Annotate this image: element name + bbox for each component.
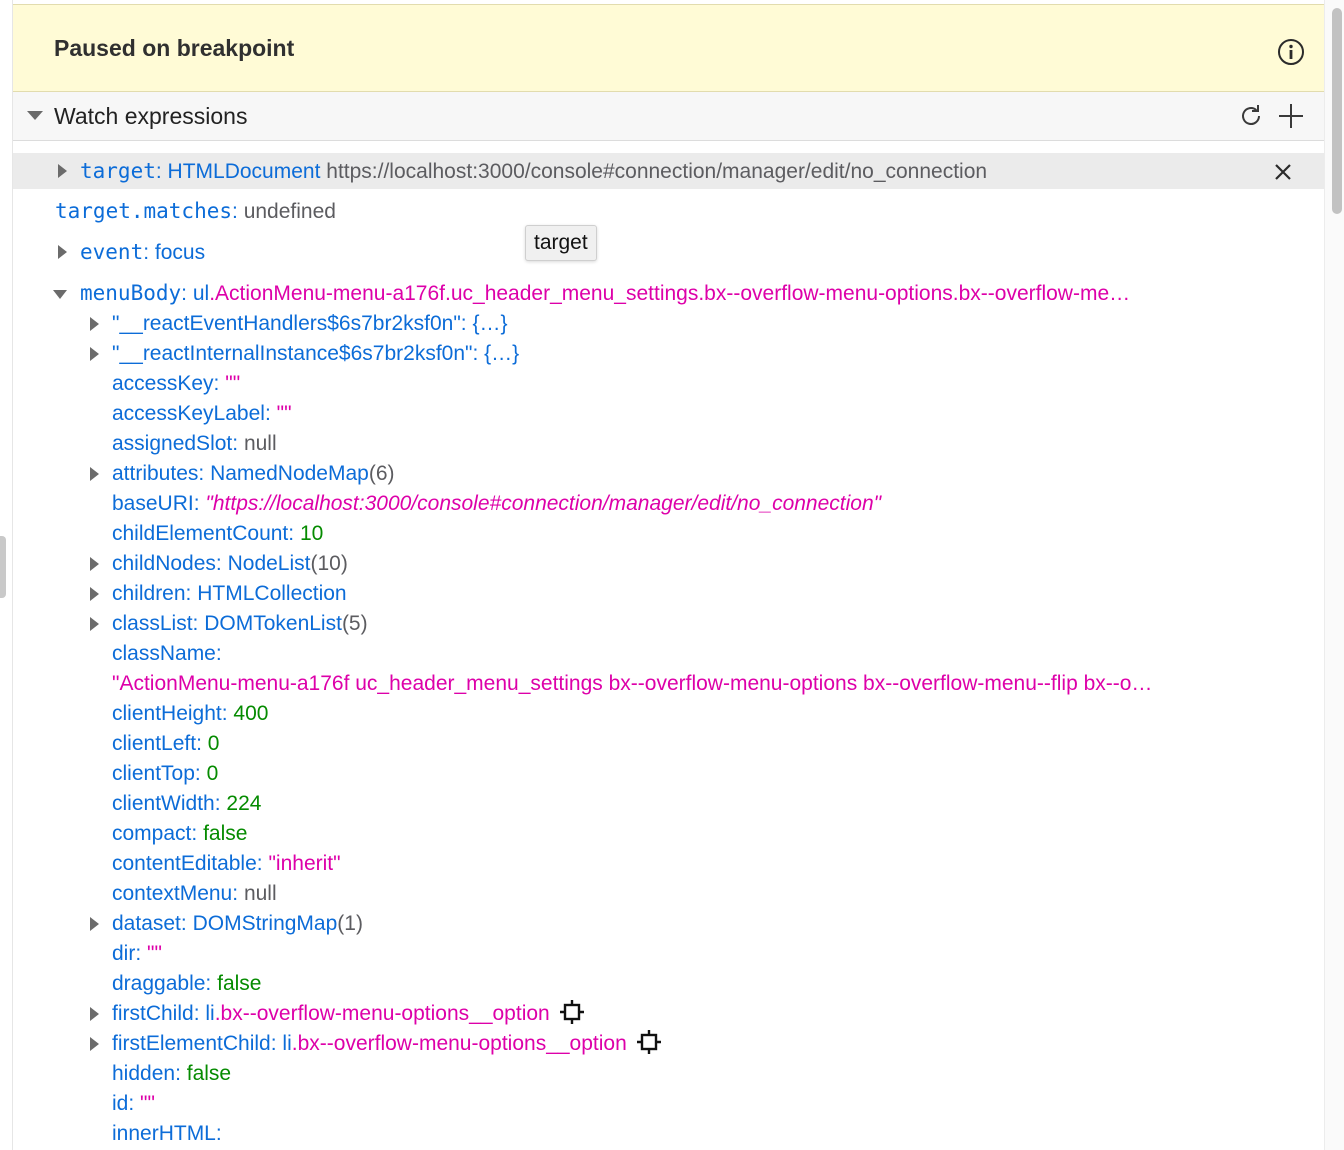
element-class: .ActionMenu-menu-a176f.uc_header_menu_se… [209, 282, 1131, 305]
property-row: contextMenu: null [112, 882, 277, 905]
watch-row-menubody[interactable]: menuBody: ul.ActionMenu-menu-a176f.uc_he… [13, 278, 1324, 308]
select-node-icon[interactable] [559, 1000, 584, 1025]
property-row-continued: "ActionMenu-menu-a176f uc_header_menu_se… [112, 672, 1153, 695]
watch-expressions-title: Watch expressions [54, 103, 248, 129]
property-row[interactable]: children: HTMLCollection [13, 579, 1324, 609]
expand-twisty-icon[interactable] [90, 1007, 99, 1021]
property-row[interactable]: classList: DOMTokenList(5) [13, 609, 1324, 639]
pause-title: Paused on breakpoint [54, 35, 295, 61]
add-icon[interactable] [1277, 102, 1305, 130]
watch-row-target[interactable]: target: HTMLDocument https://localhost:3… [13, 153, 1324, 189]
property-row: childElementCount: 10 [112, 522, 324, 545]
property-row: clientHeight: 400 [112, 702, 269, 725]
property-row: clientLeft: 0 [112, 732, 220, 755]
property-row[interactable]: "__reactInternalInstance$6s7br2ksf0n": {… [13, 339, 1324, 369]
expand-twisty-icon[interactable] [90, 1037, 99, 1051]
property-row: className: [112, 642, 222, 665]
property-row: hidden: false [112, 1062, 232, 1085]
watch-name: target.matches [55, 199, 233, 223]
property-row: id: "" [112, 1092, 155, 1115]
watch-value: undefined [243, 200, 336, 223]
property-row: accessKeyLabel: "" [112, 402, 292, 425]
property-row: dir: "" [112, 942, 162, 965]
expand-twisty-icon[interactable] [90, 347, 99, 361]
property-row[interactable]: "__reactEventHandlers$6s7br2ksf0n": {…} [13, 309, 1324, 339]
expand-twisty-icon[interactable] [58, 245, 67, 259]
expand-twisty-icon[interactable] [90, 467, 99, 481]
close-icon[interactable] [1273, 162, 1293, 182]
property-row[interactable]: dataset: DOMStringMap(1) [13, 909, 1324, 939]
select-node-icon[interactable] [636, 1030, 661, 1055]
property-row: baseURI: "https://localhost:3000/console… [112, 492, 882, 515]
property-row[interactable]: firstChild: li.bx--overflow-menu-options… [13, 999, 1324, 1029]
pause-banner: Paused on breakpoint [13, 4, 1324, 92]
property-row[interactable]: childNodes: NodeList(10) [13, 549, 1324, 579]
element-tag: ul [192, 282, 210, 305]
watch-name: target [80, 159, 156, 183]
expand-twisty-icon[interactable] [90, 317, 99, 331]
watch-expressions-header[interactable]: Watch expressions [13, 92, 1324, 141]
property-row[interactable]: firstElementChild: li.bx--overflow-menu-… [13, 1029, 1324, 1059]
property-row: accessKey: "" [112, 372, 241, 395]
expand-twisty-icon[interactable] [90, 617, 99, 631]
pane-resize-handle[interactable] [0, 536, 6, 598]
watch-type: HTMLDocument [167, 160, 321, 183]
refresh-icon[interactable] [1237, 102, 1265, 130]
property-row: compact: false [112, 822, 248, 845]
collapse-twisty-icon[interactable] [27, 111, 43, 120]
watch-name: menuBody [80, 281, 182, 305]
property-row: clientWidth: 224 [112, 792, 262, 815]
info-icon[interactable] [1277, 38, 1305, 66]
property-row: clientTop: 0 [112, 762, 219, 785]
expand-twisty-icon[interactable] [90, 587, 99, 601]
watch-row-event[interactable]: event: focus [13, 237, 1324, 267]
debugger-panel: Paused on breakpoint Watch expressions t… [13, 0, 1324, 1150]
watch-value: https://localhost:3000/console#connectio… [326, 160, 988, 183]
property-row: draggable: false [112, 972, 262, 995]
expand-twisty-icon[interactable] [90, 917, 99, 931]
watch-row-target-matches[interactable]: target.matches: undefined [13, 196, 1324, 226]
expand-twisty-icon[interactable] [90, 557, 99, 571]
collapse-twisty-icon[interactable] [53, 290, 67, 299]
scrollbar-thumb[interactable] [1332, 8, 1342, 214]
property-row: assignedSlot: null [112, 432, 277, 455]
property-row: innerHTML: [112, 1122, 222, 1145]
property-row: contentEditable: "inherit" [112, 852, 341, 875]
vertical-scrollbar[interactable] [1324, 0, 1344, 1150]
watch-name: event [80, 240, 144, 264]
watch-value: focus [154, 241, 206, 264]
property-row[interactable]: attributes: NamedNodeMap(6) [13, 459, 1324, 489]
expand-twisty-icon[interactable] [58, 164, 67, 178]
